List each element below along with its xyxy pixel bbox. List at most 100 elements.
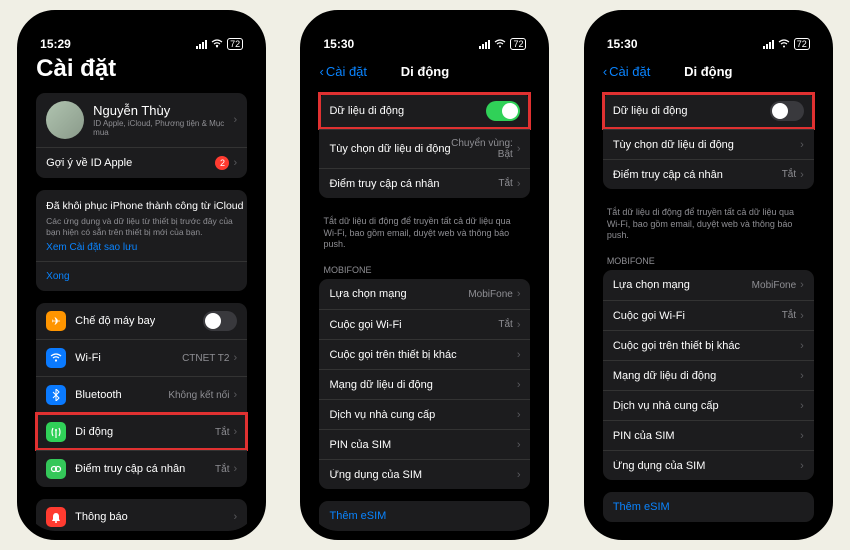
restore-title: Đã khôi phục iPhone thành công từ iCloud [46,200,243,212]
done-row[interactable]: Xong [36,261,247,291]
chevron-icon: › [233,389,237,401]
sim-apps-row[interactable]: Ứng dụng của SIM› [319,459,530,489]
screen-3: 15:30 72 ‹ Cài đặt Di động Dữ liệu di độ… [593,19,824,531]
status-icons: 72 [479,37,526,51]
content-3: Dữ liệu di động Tùy chọn dữ liệu di động… [593,89,824,531]
value: Chuyển vùng: Bật [451,138,513,160]
data-note: Tắt dữ liệu di động để truyền tất cả dữ … [319,210,530,261]
chevron-left-icon: ‹ [603,64,607,79]
hotspot-row[interactable]: Điểm truy cập cá nhân Tắt › [36,450,247,487]
wifi-row[interactable]: Wi-Fi CTNET T2 › [36,339,247,376]
airplane-row[interactable]: ✈ Chế độ máy bay [36,303,247,339]
value: Tắt [782,169,796,180]
label: Mạng dữ liệu di động [329,379,432,391]
value: Tắt [215,464,229,475]
status-icons: 72 [763,37,810,51]
chevron-icon: › [517,349,521,361]
label: Mạng dữ liệu di động [613,370,716,382]
value: Tắt [782,310,796,321]
carrier-header: MOBIFONE [319,261,530,279]
chevron-icon: › [800,310,804,322]
connectivity-group: ✈ Chế độ máy bay Wi-Fi CTNET T2 › [36,303,247,487]
back-label: Cài đặt [326,64,367,79]
label: Chế độ máy bay [75,315,155,327]
add-esim-row[interactable]: Thêm eSIM [603,492,814,522]
label: Dữ liệu di động [329,105,404,117]
chevron-icon: › [517,439,521,451]
label: PIN của SIM [613,430,675,442]
carrier-services-row[interactable]: Dịch vụ nhà cung cấp› [603,390,814,420]
data-options-row[interactable]: Tùy chọn dữ liệu di động Chuyển vùng: Bậ… [319,129,530,168]
notch [87,19,197,42]
label: PIN của SIM [329,439,391,451]
backup-settings-link[interactable]: Xem Cài đặt sao lưu [46,242,137,253]
label: Điểm truy cập cá nhân [329,178,439,190]
cellular-data-row[interactable]: Dữ liệu di động [603,93,814,129]
notification-icon [46,507,66,527]
chevron-icon: › [233,511,237,523]
label: Thông báo [75,511,128,523]
chevron-icon: › [800,340,804,352]
cellular-data-toggle[interactable] [770,101,804,121]
label: Cuộc gọi Wi-Fi [329,319,401,331]
wifi-calling-row[interactable]: Cuộc gọi Wi-Fi Tắt› [319,309,530,339]
back-button[interactable]: ‹ Cài đặt [319,64,367,79]
battery-icon: 72 [227,38,243,50]
network-selection-row[interactable]: Lựa chọn mạng MobiFone› [319,279,530,309]
cellular-row[interactable]: Di động Tắt › [36,413,247,450]
data-group: Dữ liệu di động Tùy chọn dữ liệu di động… [319,93,530,198]
label: Thêm eSIM [329,510,386,522]
apple-id-row[interactable]: Nguyễn Thùy ID Apple, iCloud, Phương tiệ… [36,93,247,147]
phone-1: 15:29 72 Cài đặt Nguyễn Thùy ID Apple, i… [17,10,266,540]
value: Tắt [215,427,229,438]
network-selection-row[interactable]: Lựa chọn mạng MobiFone› [603,270,814,300]
chevron-icon: › [800,169,804,181]
sim-pin-row[interactable]: PIN của SIM › [319,429,530,459]
cellular-data-toggle[interactable] [486,101,520,121]
chevron-icon: › [233,157,237,169]
chevron-left-icon: ‹ [319,64,323,79]
carrier-services-row[interactable]: Dịch vụ nhà cung cấp › [319,399,530,429]
data-network-row[interactable]: Mạng dữ liệu di động› [319,369,530,399]
hotspot-row[interactable]: Điểm truy cập cá nhân Tắt › [603,159,814,189]
chevron-icon: › [517,409,521,421]
data-network-row[interactable]: Mạng dữ liệu di động› [603,360,814,390]
wifi-calling-row[interactable]: Cuộc gọi Wi-Fi Tắt› [603,300,814,330]
sim-pin-row[interactable]: PIN của SIM › [603,420,814,450]
notch [653,19,763,42]
done-link[interactable]: Xong [46,271,69,282]
nav-title: Di động [684,64,732,79]
hotspot-icon [46,459,66,479]
data-group: Dữ liệu di động Tùy chọn dữ liệu di động… [603,93,814,189]
airplane-toggle[interactable] [203,311,237,331]
label: Điểm truy cập cá nhân [613,169,723,181]
wifi-icon [211,37,223,51]
status-time: 15:30 [607,37,638,51]
notifications-row[interactable]: Thông báo › [36,499,247,531]
label: Ứng dụng của SIM [613,460,706,472]
calls-other-devices-row[interactable]: Cuộc gọi trên thiết bị khác› [319,339,530,369]
data-options-row[interactable]: Tùy chọn dữ liệu di động › [603,129,814,159]
cellular-data-row[interactable]: Dữ liệu di động [319,93,530,129]
hotspot-row[interactable]: Điểm truy cập cá nhân Tắt › [319,168,530,198]
nav-bar: ‹ Cài đặt Di động [309,53,540,89]
chevron-icon: › [800,430,804,442]
content-2: Dữ liệu di động Tùy chọn dữ liệu di động… [309,89,540,531]
add-esim-row[interactable]: Thêm eSIM [319,501,530,531]
label: Dịch vụ nhà cung cấp [329,409,435,421]
cell-signal-icon [196,40,207,49]
carrier-group: Lựa chọn mạng MobiFone› Cuộc gọi Wi-Fi T… [319,279,530,489]
status-time: 15:29 [40,37,71,51]
chevron-icon: › [517,319,521,331]
status-icons: 72 [196,37,243,51]
chevron-icon: › [800,400,804,412]
back-button[interactable]: ‹ Cài đặt [603,64,651,79]
value: MobiFone [752,280,796,291]
calls-other-devices-row[interactable]: Cuộc gọi trên thiết bị khác› [603,330,814,360]
cell-signal-icon [763,40,774,49]
chevron-icon: › [517,288,521,300]
label: Gợi ý về ID Apple [46,157,132,169]
apple-id-suggestions-row[interactable]: Gợi ý về ID Apple 2 › [36,147,247,178]
bluetooth-row[interactable]: Bluetooth Không kết nối › [36,376,247,413]
sim-apps-row[interactable]: Ứng dụng của SIM› [603,450,814,480]
